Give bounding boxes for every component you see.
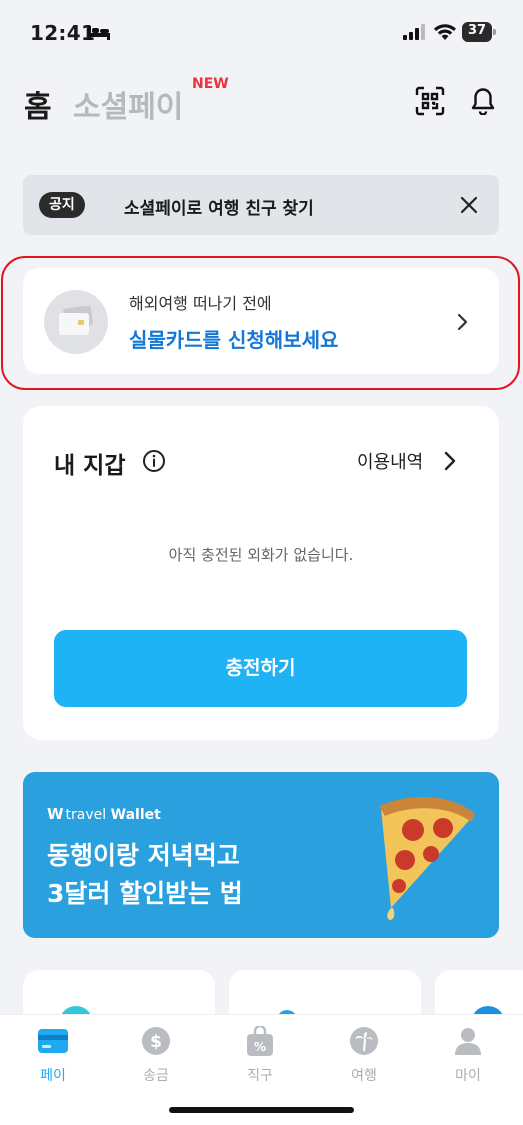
battery-level: 37	[467, 23, 487, 38]
charge-button[interactable]: 충전하기	[54, 630, 467, 707]
svg-text:%: %	[254, 1040, 266, 1054]
brand-bold: Wallet	[110, 807, 161, 823]
person-icon	[428, 1025, 508, 1057]
tab-label: 여행	[351, 1068, 377, 1084]
tab-my[interactable]: 마이	[428, 1025, 508, 1085]
qr-scan-icon[interactable]	[415, 86, 445, 120]
wallet-title: 내 지갑	[54, 453, 126, 479]
tab-home[interactable]: 홈	[24, 82, 52, 126]
wifi-icon	[433, 23, 457, 45]
physical-card-promo[interactable]: 해외여행 떠나기 전에 실물카드를 신청해보세요	[23, 268, 499, 374]
tab-label: 직구	[247, 1068, 273, 1084]
card-promo-subtitle: 해외여행 떠나기 전에	[129, 294, 272, 313]
pizza-image	[351, 790, 481, 924]
chevron-right-icon[interactable]	[443, 450, 457, 476]
notice-bar[interactable]: 공지 소셜페이로 여행 친구 찾기	[23, 175, 499, 235]
sleep-mode-icon	[88, 24, 110, 44]
home-indicator	[169, 1107, 354, 1113]
tab-travel[interactable]: 여행	[324, 1025, 404, 1085]
my-wallet-card: 내 지갑 이용내역 아직 충전된 외화가 없습니다. 충전하기	[23, 406, 499, 740]
close-icon[interactable]	[459, 195, 479, 219]
new-badge: NEW	[192, 76, 229, 92]
info-icon[interactable]	[142, 449, 166, 477]
tab-pay[interactable]: 페이	[13, 1025, 93, 1085]
tab-social-pay[interactable]: 소셜페이	[73, 82, 183, 126]
tab-direct-buy[interactable]: % 직구	[220, 1025, 300, 1085]
tab-label: 송금	[143, 1068, 169, 1084]
banner-title-line1: 동행이랑 저녁먹고	[47, 841, 240, 870]
tab-label: 페이	[40, 1068, 66, 1084]
app-header: 홈 소셜페이 NEW	[0, 72, 523, 132]
banner-title-line2: 3달러 할인받는 법	[47, 879, 243, 908]
brand-light: travel	[65, 807, 107, 823]
tab-label: 마이	[455, 1068, 481, 1084]
travel-wallet-logo: Wtravel Wallet	[47, 805, 161, 823]
notice-badge: 공지	[39, 192, 85, 218]
card-icon	[13, 1025, 93, 1057]
notice-text[interactable]: 소셜페이로 여행 친구 찾기	[124, 194, 314, 219]
battery-icon: 37	[462, 22, 496, 42]
tab-transfer[interactable]: $ 송금	[116, 1025, 196, 1085]
promo-banner[interactable]: Wtravel Wallet 동행이랑 저녁먹고 3달러 할인받는 법	[23, 772, 499, 938]
card-image-icon	[44, 290, 108, 354]
card-promo-title: 실물카드를 신청해보세요	[129, 328, 339, 352]
status-time: 12:41	[30, 21, 96, 45]
empty-wallet-message: 아직 충전된 외화가 없습니다.	[168, 546, 354, 564]
chevron-right-icon	[457, 312, 469, 336]
shopping-bag-percent-icon: %	[220, 1025, 300, 1057]
bell-icon[interactable]	[469, 85, 497, 119]
usage-history-link[interactable]: 이용내역	[357, 448, 423, 474]
svg-text:$: $	[150, 1032, 162, 1052]
palm-tree-icon	[324, 1025, 404, 1057]
dollar-coin-icon: $	[116, 1025, 196, 1057]
status-bar: 12:41 37	[0, 0, 523, 66]
cell-signal-icon	[403, 24, 427, 44]
